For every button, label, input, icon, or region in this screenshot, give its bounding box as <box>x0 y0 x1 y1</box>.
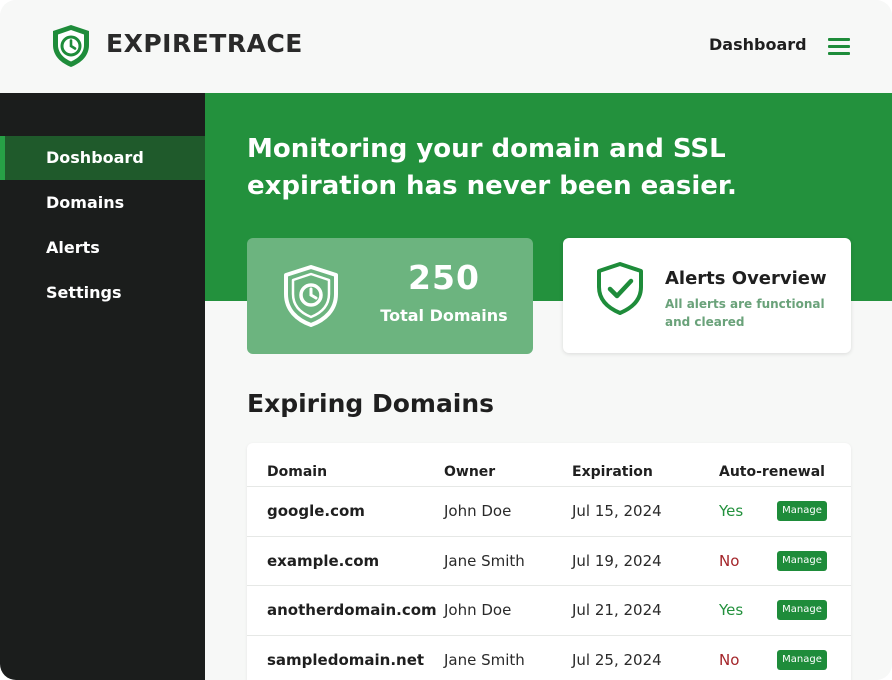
auto-renewal-cell: Yes <box>719 502 744 520</box>
brand-name: EXPIRETRACE <box>106 29 303 58</box>
top-bar: EXPIRETRACE Dashboard <box>0 0 892 93</box>
total-domains-label: Total Domains <box>380 306 508 325</box>
expiration-cell: Jul 15, 2024 <box>572 502 662 520</box>
table-row[interactable]: anotherdomain.com John Doe Jul 21, 2024 … <box>247 585 851 635</box>
alerts-overview-subtitle: All alerts are functional and cleared <box>665 297 825 329</box>
expiration-cell: Jul 21, 2024 <box>572 601 662 619</box>
expiration-cell: Jul 25, 2024 <box>572 651 662 669</box>
table-row[interactable]: google.com John Doe Jul 15, 2024 Yes Man… <box>247 486 851 536</box>
total-domains-value: 250 <box>408 258 480 297</box>
sidebar-item-settings[interactable]: Settings <box>0 271 205 315</box>
shield-clock-icon <box>284 265 338 327</box>
main-content: Monitoring your domain and SSL expiratio… <box>205 93 892 680</box>
app-window: EXPIRETRACE Dashboard Doshboard Domains … <box>0 0 892 680</box>
auto-renewal-cell: No <box>719 552 740 570</box>
sidebar: Doshboard Domains Alerts Settings <box>0 93 205 680</box>
column-header-domain[interactable]: Domain <box>267 464 327 480</box>
owner-cell: Jane Smith <box>444 552 525 570</box>
nav-dashboard-link[interactable]: Dashboard <box>709 35 807 54</box>
domain-cell: anotherdomain.com <box>267 601 437 619</box>
total-domains-card[interactable]: 250 Total Domains <box>247 238 533 354</box>
owner-cell: John Doe <box>444 502 512 520</box>
shield-check-icon <box>597 262 643 315</box>
column-header-owner[interactable]: Owner <box>444 464 495 480</box>
expiring-domains-title: Expiring Domains <box>247 389 495 418</box>
domain-cell: sampledomain.net <box>267 651 425 669</box>
auto-renewal-cell: Yes <box>719 601 744 619</box>
clock-shield-icon[interactable] <box>49 23 93 69</box>
hero-title: Monitoring your domain and SSL expiratio… <box>247 134 737 201</box>
auto-renewal-cell: No <box>719 651 740 669</box>
table-row[interactable]: example.com Jane Smith Jul 19, 2024 No M… <box>247 536 851 586</box>
sidebar-item-domains[interactable]: Domains <box>0 181 205 225</box>
owner-cell: Jane Smith <box>444 651 525 669</box>
sidebar-item-alerts[interactable]: Alerts <box>0 226 205 270</box>
alerts-overview-card[interactable]: Alerts Overview All alerts are functiona… <box>563 238 851 353</box>
alerts-overview-title: Alerts Overview <box>665 268 827 289</box>
manage-button[interactable]: Manage <box>777 501 827 521</box>
owner-cell: John Doe <box>444 601 512 619</box>
manage-button[interactable]: Manage <box>777 600 827 620</box>
column-header-expiration[interactable]: Expiration <box>572 464 653 480</box>
manage-button[interactable]: Manage <box>777 551 827 571</box>
expiration-cell: Jul 19, 2024 <box>572 552 662 570</box>
domain-cell: example.com <box>267 552 380 570</box>
expiring-domains-table: Domain Owner Expiration Auto-renewal goo… <box>247 443 851 680</box>
manage-button[interactable]: Manage <box>777 650 827 670</box>
column-header-auto-renewal[interactable]: Auto-renewal <box>719 464 825 480</box>
hamburger-menu-icon[interactable] <box>828 38 850 55</box>
table-row[interactable]: sampledomain.net Jane Smith Jul 25, 2024… <box>247 635 851 680</box>
domain-cell: google.com <box>267 502 365 520</box>
sidebar-item-dashboard[interactable]: Doshboard <box>0 136 205 180</box>
